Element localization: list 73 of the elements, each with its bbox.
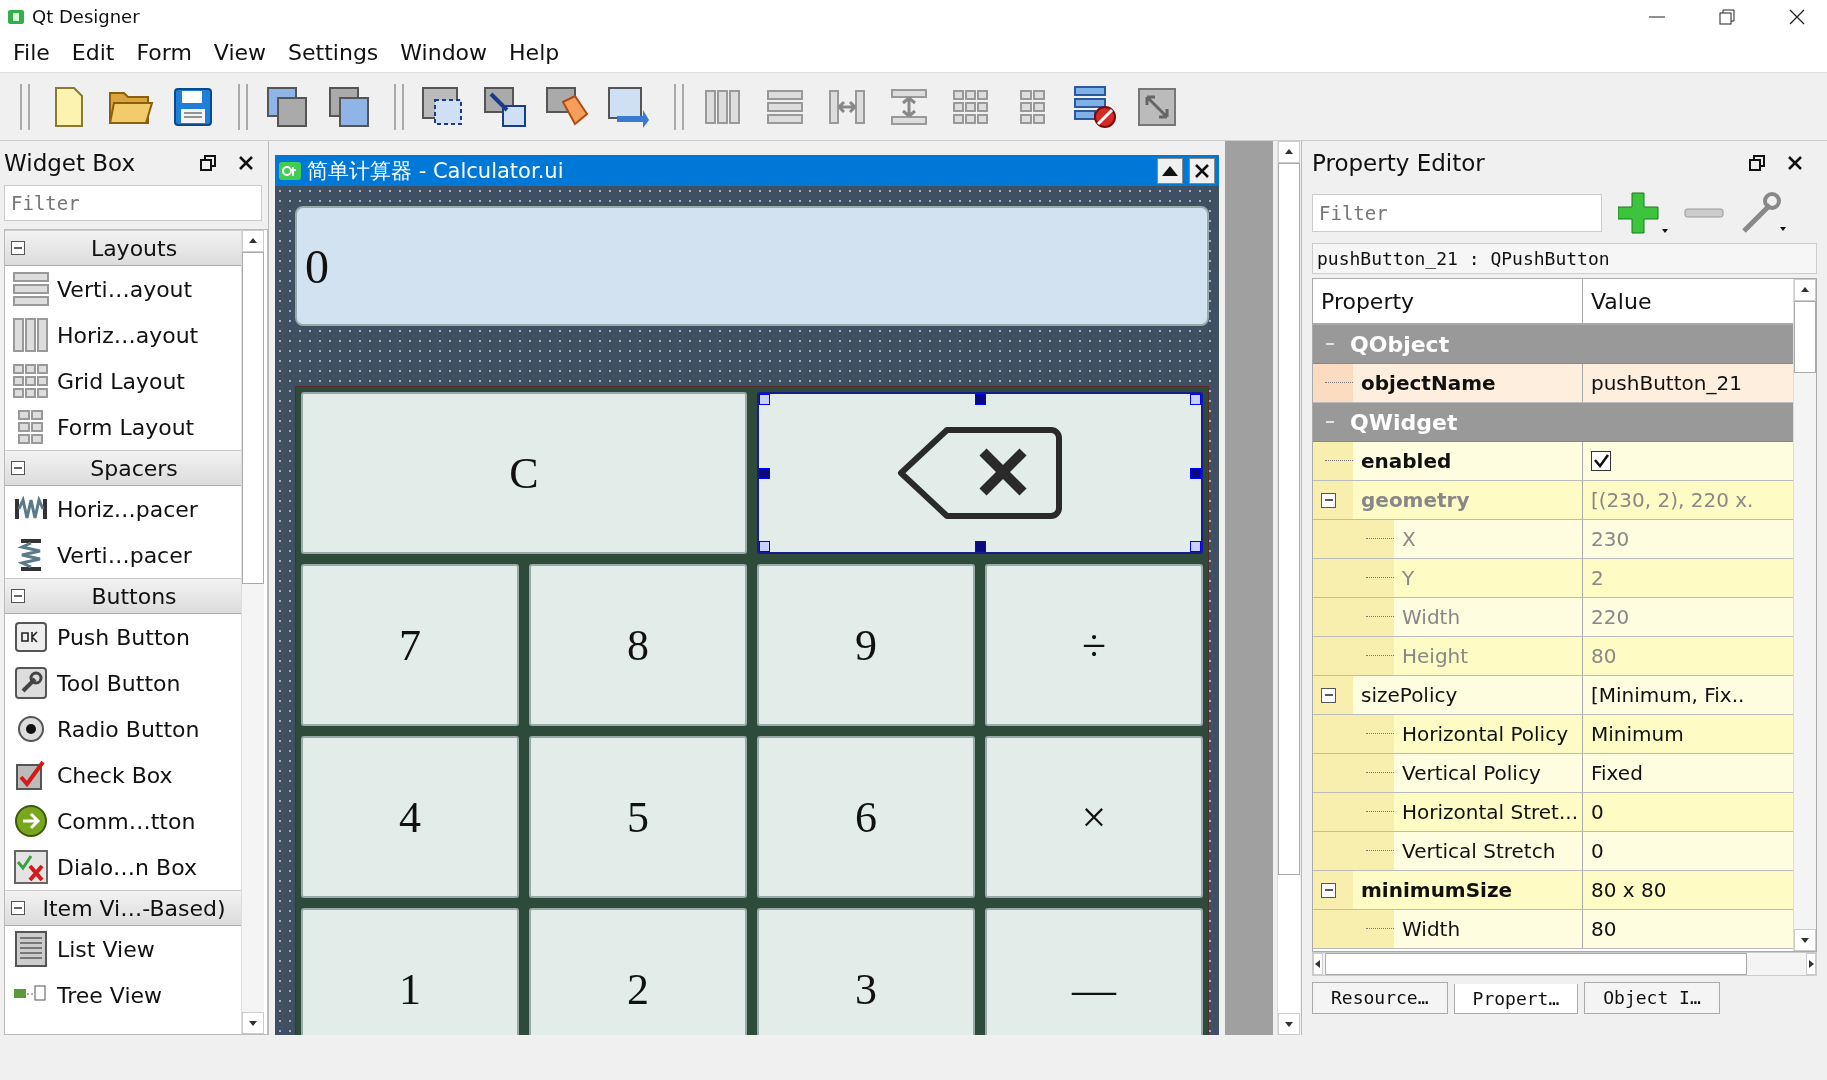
- widget-list-item[interactable]: Radio Button: [57, 716, 200, 742]
- calc-button[interactable]: 7: [301, 564, 519, 726]
- category-header[interactable]: Item Vi…-Based): [5, 890, 241, 926]
- menu-item[interactable]: View: [202, 40, 278, 65]
- category-header[interactable]: Layouts: [5, 230, 241, 266]
- property-row[interactable]: objectName pushButton_21: [1313, 364, 1793, 403]
- property-value[interactable]: 80 x 80: [1591, 878, 1667, 902]
- calc-button[interactable]: —: [985, 908, 1203, 1035]
- widget-list-item[interactable]: Horiz…pacer: [57, 496, 198, 522]
- menu-item[interactable]: Form: [125, 40, 203, 65]
- widget-list-item[interactable]: Tool Button: [57, 670, 181, 696]
- filter-field[interactable]: Filter: [4, 185, 262, 221]
- property-value[interactable]: 80: [1591, 917, 1617, 941]
- property-value[interactable]: 0: [1591, 839, 1604, 863]
- menu-item[interactable]: Edit: [60, 40, 126, 65]
- window-title: Qt Designer: [32, 6, 140, 27]
- panel-title: Property Editor: [1312, 150, 1485, 176]
- calc-button[interactable]: 1: [301, 908, 519, 1035]
- property-value[interactable]: Minimum: [1591, 722, 1684, 746]
- property-value[interactable]: 0: [1591, 800, 1604, 824]
- menu-item[interactable]: Window: [389, 40, 499, 65]
- property-value[interactable]: pushButton_21: [1591, 371, 1742, 395]
- category-header[interactable]: Buttons: [5, 578, 241, 614]
- object-label: pushButton_21 : QPushButton: [1312, 243, 1817, 274]
- property-row[interactable]: enabled: [1313, 442, 1793, 481]
- menu-item[interactable]: Help: [498, 40, 571, 65]
- widget-list-item[interactable]: Tree View: [57, 982, 163, 1008]
- calc-button[interactable]: 9: [757, 564, 975, 726]
- column-header[interactable]: Property: [1313, 279, 1583, 323]
- filter-field[interactable]: Filter: [1312, 194, 1602, 232]
- property-row[interactable]: Width 80: [1313, 910, 1793, 949]
- panel-title: Widget Box: [4, 150, 136, 176]
- property-value[interactable]: [Minimum, Fix..: [1591, 683, 1745, 707]
- property-name[interactable]: enabled: [1361, 449, 1452, 473]
- widget-list-item[interactable]: Grid Layout: [57, 368, 185, 394]
- column-header[interactable]: Value: [1583, 288, 1652, 314]
- property-row[interactable]: minimumSize 80 x 80: [1313, 871, 1793, 910]
- calc-button[interactable]: 2: [529, 908, 747, 1035]
- property-row[interactable]: Horizontal Stret... 0: [1313, 793, 1793, 832]
- property-row[interactable]: Vertical Policy Fixed: [1313, 754, 1793, 793]
- property-name[interactable]: Width: [1402, 917, 1461, 941]
- tab[interactable]: Resource…: [1312, 982, 1448, 1014]
- calc-button[interactable]: ÷: [985, 564, 1203, 726]
- property-name[interactable]: sizePolicy: [1361, 683, 1458, 707]
- calc-button[interactable]: 6: [757, 736, 975, 898]
- widget-list-item[interactable]: Form Layout: [57, 414, 195, 440]
- calc-button[interactable]: 3: [757, 908, 975, 1035]
- widget-list-item[interactable]: Verti…ayout: [57, 276, 193, 302]
- widget-list-item[interactable]: Verti…pacer: [57, 542, 192, 568]
- widget-list-item[interactable]: List View: [57, 936, 155, 962]
- property-name[interactable]: minimumSize: [1361, 878, 1513, 902]
- widget-list-item[interactable]: Comm…tton: [57, 808, 196, 834]
- widget-list-item[interactable]: Push Button: [57, 624, 190, 650]
- tab[interactable]: Propert…: [1453, 984, 1579, 1014]
- calc-button[interactable]: 4: [301, 736, 519, 898]
- property-name[interactable]: objectName: [1361, 371, 1496, 395]
- widget-list-item[interactable]: Horiz…ayout: [57, 322, 199, 348]
- menu-item[interactable]: Settings: [277, 40, 390, 65]
- calc-button[interactable]: ×: [985, 736, 1203, 898]
- property-row[interactable]: Vertical Stretch 0: [1313, 832, 1793, 871]
- property-row[interactable]: sizePolicy [Minimum, Fix..: [1313, 676, 1793, 715]
- form-title: 简单计算器 - Calculator.ui: [307, 157, 564, 185]
- property-row[interactable]: Horizontal Policy Minimum: [1313, 715, 1793, 754]
- calc-button[interactable]: C: [301, 392, 747, 554]
- property-value[interactable]: Fixed: [1591, 761, 1643, 785]
- display-field: 0: [295, 206, 1209, 326]
- widget-list-item[interactable]: Dialo…n Box: [57, 854, 197, 880]
- calc-button[interactable]: 5: [529, 736, 747, 898]
- calc-button[interactable]: 8: [529, 564, 747, 726]
- widget-list-item[interactable]: Check Box: [57, 762, 173, 788]
- tab[interactable]: Object I…: [1584, 982, 1720, 1014]
- category-header[interactable]: Spacers: [5, 450, 241, 486]
- menu-item[interactable]: File: [2, 40, 61, 65]
